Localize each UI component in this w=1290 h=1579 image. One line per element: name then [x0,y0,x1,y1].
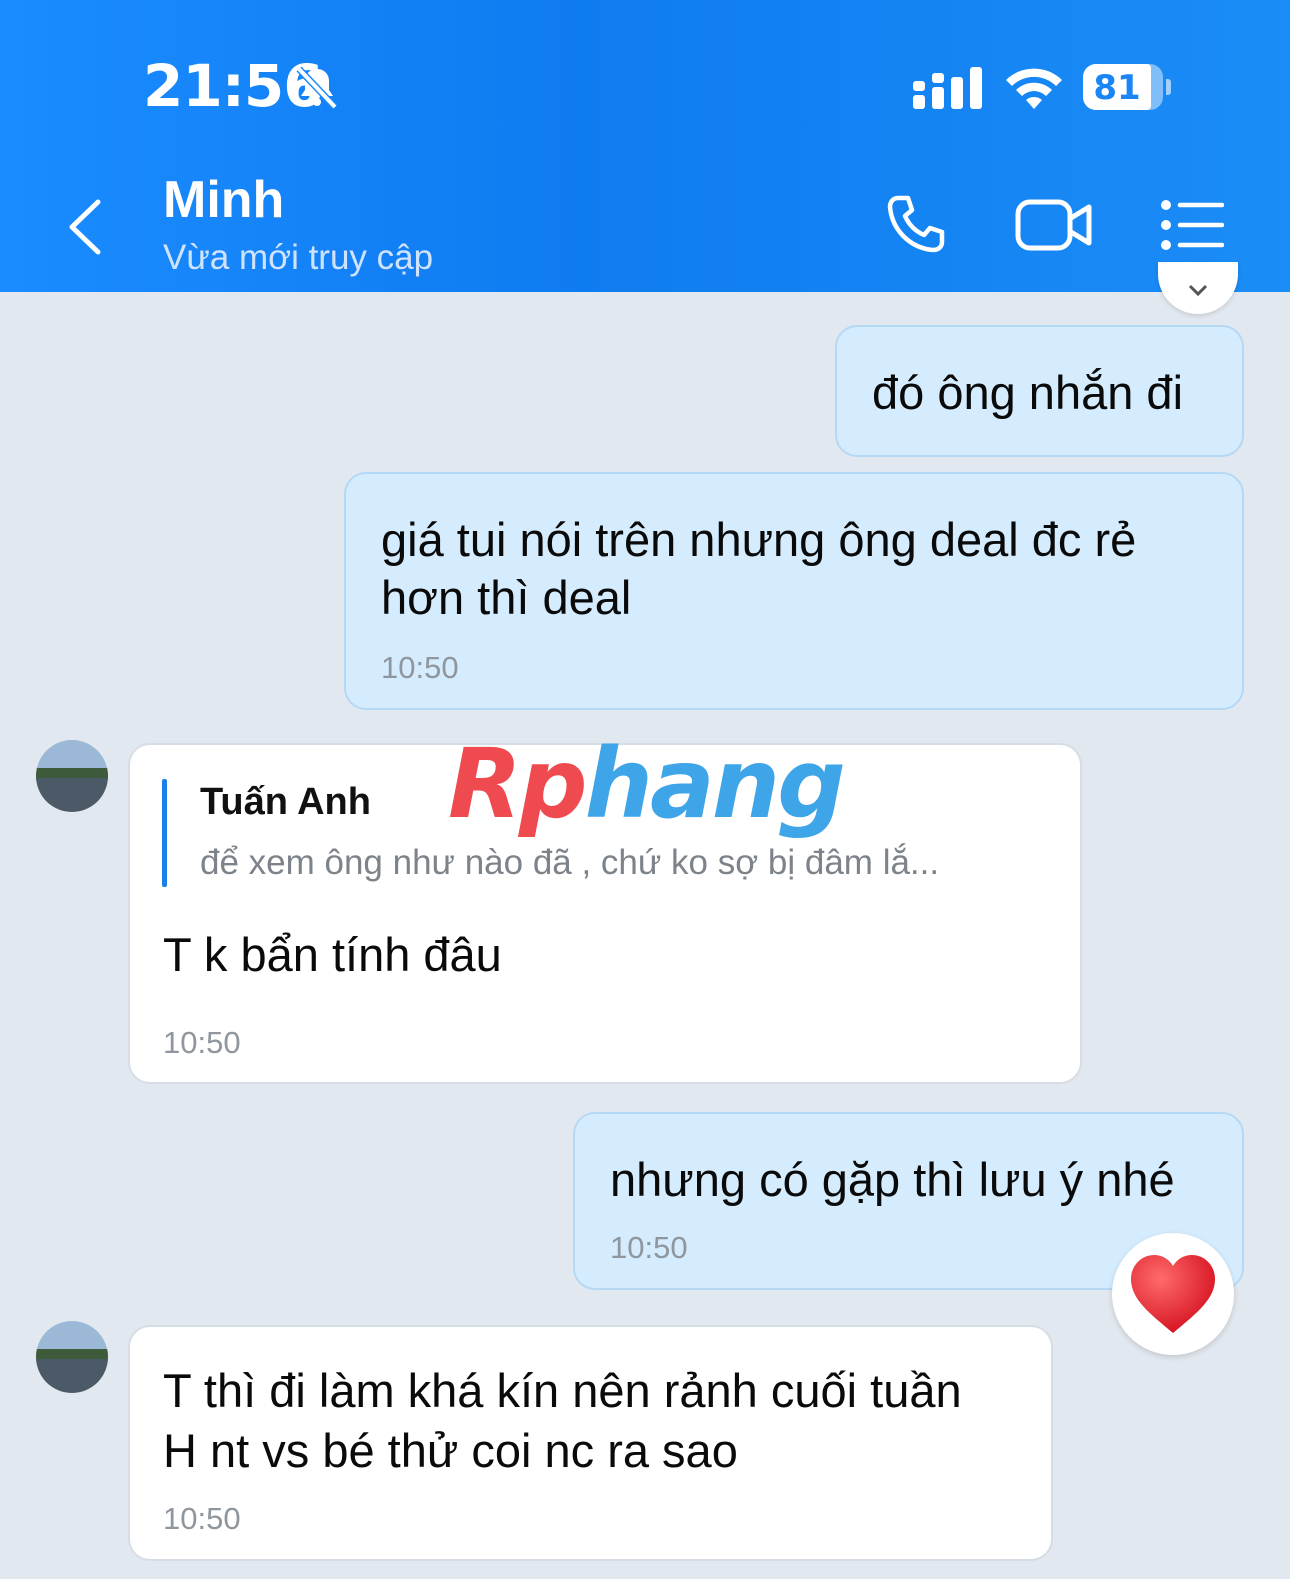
message-bubble-mine[interactable]: đó ông nhắn đi [835,325,1244,457]
reply-quote-bar [162,779,167,887]
battery-indicator: 81 [1083,64,1171,110]
message-time: 10:50 [163,1501,241,1536]
chevron-down-icon [1188,284,1208,297]
avatar[interactable] [36,1321,108,1393]
reply-preview: để xem ông như nào đã , chứ ko sợ bị đâm… [200,843,940,882]
message-text-line: T thì đi làm khá kín nên rảnh cuối tuần [163,1364,962,1417]
avatar-image [36,1321,108,1393]
message-text: đó ông nhắn đi [872,366,1184,419]
battery-tip [1166,79,1171,95]
chat-header: 21:56 81 Minh Vừa mới truy cập [0,0,1290,292]
contact-status: Vừa mới truy cập [163,238,434,277]
phone-call-icon[interactable] [884,192,948,256]
watermark-logo: Rphang [448,728,846,840]
watermark-part-1: Rp [448,728,588,840]
video-call-icon[interactable] [1015,196,1093,254]
scroll-down-button[interactable] [1158,262,1238,314]
message-text: nhưng có gặp thì lưu ý nhé [610,1153,1175,1206]
watermark-part-2: hang [584,728,846,840]
avatar[interactable] [36,740,108,812]
avatar-image [36,740,108,812]
message-time: 10:50 [610,1230,688,1265]
message-text-line: hơn thì deal [381,571,632,624]
wifi-icon [1006,68,1062,109]
battery-level: 81 [1093,68,1141,108]
message-text-line: giá tui nói trên nhưng ông deal đc rẻ [381,513,1137,566]
list-menu-icon[interactable] [1160,199,1224,251]
message-time: 10:50 [163,1025,241,1060]
message-text: T k bẩn tính đâu [163,928,502,981]
contact-name[interactable]: Minh [163,170,284,230]
message-text-line: H nt vs bé thử coi nc ra sao [163,1424,738,1477]
bell-muted-icon [296,66,338,110]
message-bubble-theirs[interactable]: T thì đi làm khá kín nên rảnh cuối tuần … [128,1325,1053,1561]
heart-icon [1131,1255,1215,1333]
signal-icon [913,67,982,109]
message-time: 10:50 [381,650,459,685]
back-arrow-icon[interactable] [62,198,112,256]
reply-author: Tuấn Anh [200,781,371,823]
reaction-badge[interactable] [1112,1233,1234,1355]
message-bubble-mine[interactable]: giá tui nói trên nhưng ông deal đc rẻ hơ… [344,472,1244,710]
